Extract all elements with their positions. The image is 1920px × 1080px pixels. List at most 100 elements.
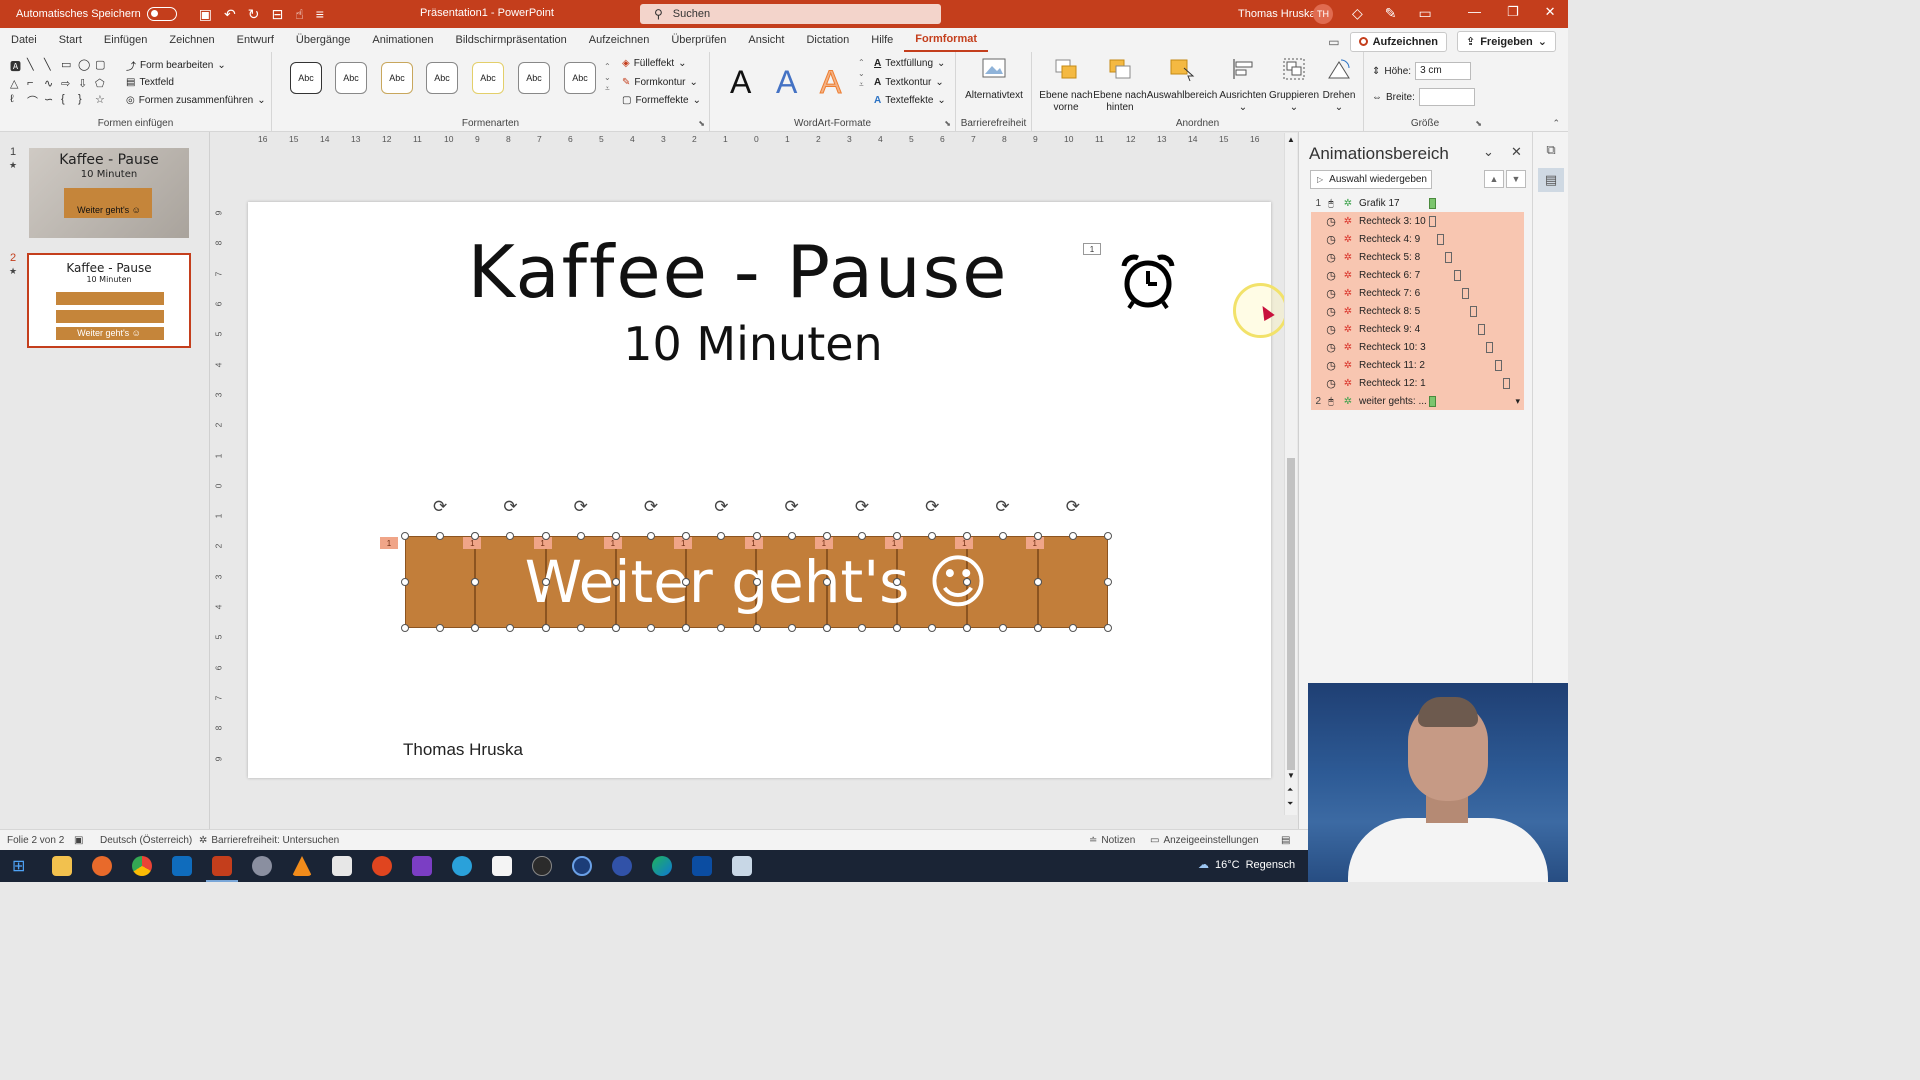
chevron-up-icon[interactable]: ⌃ [604,62,611,71]
resize-handle[interactable] [857,532,866,540]
animation-tag[interactable]: 1 [1083,243,1101,255]
timeline-bar[interactable] [1486,342,1494,353]
avatar[interactable]: TH [1313,4,1333,24]
designer-icon[interactable]: ⧉ [1538,138,1564,162]
group-button[interactable]: Gruppieren ⌄ [1268,56,1320,114]
animation-item[interactable]: ◷ ✲ Rechteck 3: 10 [1311,212,1524,230]
resize-handle[interactable] [682,624,691,632]
arrow-shape-icon[interactable]: ⇨ [61,77,76,90]
move-up-icon[interactable]: ▲ [1484,170,1504,188]
timeline-bar[interactable] [1429,216,1436,227]
animation-item[interactable]: ◷ ✲ Rechteck 9: 4 [1311,320,1524,338]
resize-handle[interactable] [717,624,726,632]
chevron-down-icon[interactable]: ▾ [1515,396,1520,407]
rectangle-shape[interactable] [615,536,687,628]
tab-10[interactable]: Ansicht [737,28,795,52]
rectangle-shape-icon[interactable]: ▭ [61,58,76,74]
gallery-more-icon[interactable]: ⩡ [859,80,864,90]
resize-handle[interactable] [787,532,796,540]
user-name[interactable]: Thomas Hruska [1238,8,1316,20]
brace2-shape-icon[interactable]: } [78,93,93,109]
width-input[interactable] [1418,88,1475,106]
resize-handle[interactable] [611,578,620,586]
timeline-bar[interactable] [1437,234,1445,245]
move-down-icon[interactable]: ▼ [1506,170,1526,188]
rectangle-shape[interactable] [545,536,616,628]
shape-style-5[interactable]: Abc [472,62,504,94]
wordart-gallery-scroll[interactable]: ⌃ ⌄ ⩡ [858,58,865,90]
resize-handle[interactable] [928,624,937,632]
vertical-scrollbar[interactable]: ▲ ▼ ⏶ ⏷ [1284,133,1297,815]
slide-thumbnail-1[interactable]: Kaffee - Pause 10 Minuten Weiter geht's … [29,148,189,238]
resize-handle[interactable] [857,624,866,632]
textbox-button[interactable]: ▤ Textfeld [126,77,174,88]
alarm-clock-icon[interactable] [1118,252,1178,312]
merge-shapes-button[interactable]: ◎ Formen zusammenführen ⌄ [126,95,266,106]
selection-pane-button[interactable]: Auswahlbereich [1146,56,1218,102]
resize-handle[interactable] [1068,624,1077,632]
rectangle-shape[interactable] [475,536,546,628]
animation-item[interactable]: ◷ ✲ Rechteck 8: 5 [1311,302,1524,320]
timeline-bar[interactable] [1429,198,1436,209]
slide-thumbnail-2[interactable]: Kaffee - Pause 10 Minuten Weiter geht's … [27,253,191,348]
shape-style-2[interactable]: Abc [335,62,367,94]
rounded-rect-shape-icon[interactable]: ▢ [95,58,110,74]
resize-handle[interactable] [998,532,1007,540]
tab-9[interactable]: Überprüfen [660,28,737,52]
resize-handle[interactable] [611,532,620,540]
spellcheck-icon[interactable]: ▣ [74,835,83,846]
app-icon-6[interactable] [252,856,272,876]
resize-handle[interactable] [611,624,620,632]
resize-handle[interactable] [822,578,831,586]
animation-item[interactable]: ◷ ✲ Rechteck 12: 1 [1311,374,1524,392]
shape-style-3[interactable]: Abc [381,62,413,94]
resize-handle[interactable] [541,532,550,540]
scroll-up-icon[interactable]: ▲ [1287,135,1295,144]
curve-shape-icon[interactable]: ∿ [44,77,59,90]
animation-item[interactable]: ◷ ✲ Rechteck 7: 6 [1311,284,1524,302]
slide-title[interactable]: Kaffee - Pause [248,230,1228,314]
resize-handle[interactable] [401,532,409,540]
shape-fill-button[interactable]: ◈ Fülleffekt ⌄ [622,58,686,69]
vlc-icon[interactable] [292,856,312,876]
gallery-more-icon[interactable]: ⩡ [605,84,610,94]
triangle-shape-icon[interactable]: △ [10,77,25,90]
resize-handle[interactable] [963,624,972,632]
windows-start-icon[interactable]: ⊞ [12,856,32,876]
bring-forward-button[interactable]: Ebene nach vorne [1038,56,1094,114]
diamond-icon[interactable]: ◇ [1352,5,1363,22]
tab-0[interactable]: Datei [0,28,48,52]
next-slide-icon[interactable]: ⏷ [1287,799,1293,809]
file-explorer-icon[interactable] [52,856,72,876]
rotate-handle-icon[interactable]: ⟳ [572,498,590,516]
shape-style-7[interactable]: Abc [564,62,596,94]
app-icon-14[interactable] [572,856,592,876]
autosave-toggle[interactable]: Automatisches Speichern [16,7,177,21]
shape-effects-button[interactable]: ▢ Formeffekte ⌄ [622,95,701,106]
align-button[interactable]: Ausrichten ⌄ [1218,56,1268,114]
shape-outline-button[interactable]: ✎ Formkontur ⌄ [622,77,698,88]
rotate-handle-icon[interactable]: ⟳ [712,498,730,516]
text-effects-button[interactable]: A Texteffekte ⌄ [874,95,946,106]
resize-handle[interactable] [401,624,409,632]
resize-handle[interactable] [541,624,550,632]
record-button[interactable]: Aufzeichnen [1349,31,1447,52]
redo-icon[interactable]: ↻ [248,6,260,23]
brace-shape-icon[interactable]: { [61,93,76,109]
rotate-handle-icon[interactable]: ⟳ [853,498,871,516]
scrollbar-thumb[interactable] [1287,458,1295,770]
slide-author[interactable]: Thomas Hruska [403,740,523,760]
resize-handle[interactable] [1104,532,1112,540]
tab-7[interactable]: Bildschirmpräsentation [445,28,578,52]
rectangle-shape[interactable] [756,536,827,628]
app-icon-18[interactable] [732,856,752,876]
rotate-handle-icon[interactable]: ⟳ [431,498,449,516]
star-shape-icon[interactable]: ☆ [95,93,110,109]
timeline-bar[interactable] [1494,360,1502,371]
wordart-style-3[interactable]: A [819,64,841,101]
timeline-bar[interactable] [1470,306,1477,317]
rotate-handle-icon[interactable]: ⟳ [1064,498,1082,516]
toggle-switch-icon[interactable] [146,7,177,21]
elbow-shape-icon[interactable]: ⌐ [27,77,42,90]
resize-handle[interactable] [822,532,831,540]
